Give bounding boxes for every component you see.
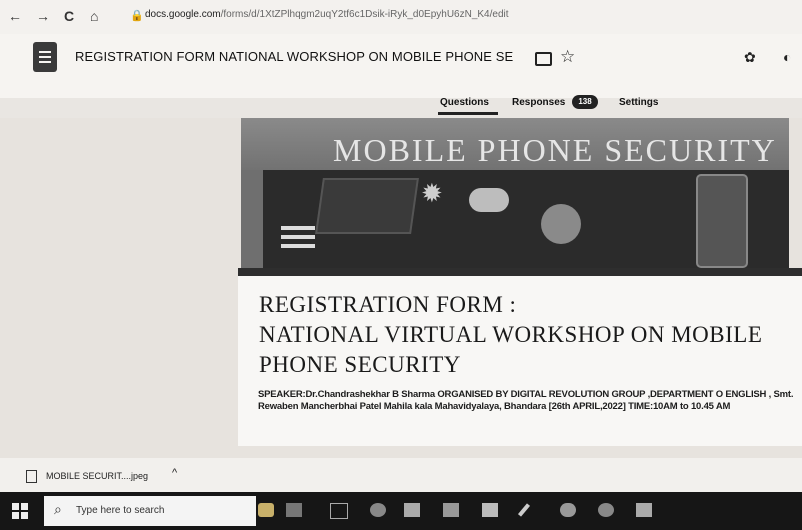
form-title[interactable]: REGISTRATION FORM : NATIONAL VIRTUAL WOR… — [259, 290, 799, 380]
taskbar-app-icon[interactable] — [636, 503, 652, 517]
form-description[interactable]: SPEAKER:Dr.Chandrashekhar B Sharma ORGAN… — [258, 389, 798, 413]
taskbar-app-icon[interactable] — [286, 503, 302, 517]
eye-preview-icon[interactable]: ◐ — [783, 49, 791, 65]
address-bar[interactable]: docs.google.com/forms/d/1XtZPlhqgm2uqY2t… — [145, 9, 509, 20]
search-icon: ⌕ — [54, 501, 62, 517]
tab-settings[interactable]: Settings — [619, 97, 658, 108]
active-tab-indicator — [438, 112, 498, 115]
windows-start-icon[interactable] — [12, 503, 28, 519]
tab-questions[interactable]: Questions — [440, 97, 489, 108]
download-item[interactable]: MOBILE SECURIT....jpeg — [46, 471, 148, 481]
phone-illustration — [696, 174, 748, 268]
url-path: /forms/d/1XtZPlhqgm2uqY2tf6c1Dsik-iRyk_d… — [220, 9, 509, 20]
chevron-up-icon[interactable]: ^ — [172, 467, 177, 479]
gear-icon: ✹ — [421, 178, 443, 208]
laptop-illustration — [315, 178, 419, 234]
forms-header — [0, 34, 802, 98]
chrome-icon[interactable] — [370, 503, 386, 517]
cloud-icon — [469, 188, 509, 212]
taskbar-app-icon[interactable] — [598, 503, 614, 517]
taskbar-app-icon[interactable] — [258, 503, 274, 517]
menu-bars-illustration — [281, 226, 315, 254]
home-icon[interactable]: ⌂ — [90, 8, 98, 24]
form-title-line: PHONE SECURITY — [259, 352, 461, 377]
responses-count-badge: 138 — [572, 95, 598, 109]
lock-icon: 🔒 — [130, 10, 144, 22]
folder-icon[interactable] — [535, 52, 552, 66]
cloud-app-icon[interactable] — [560, 503, 576, 517]
form-title-line: REGISTRATION FORM : — [259, 292, 517, 317]
star-icon[interactable]: ☆ — [560, 47, 575, 67]
shield-icon — [541, 204, 581, 244]
file-icon — [26, 470, 37, 483]
reload-icon[interactable]: C — [64, 8, 74, 24]
tab-responses[interactable]: Responses — [512, 97, 565, 108]
google-forms-icon[interactable] — [33, 42, 57, 72]
forward-icon[interactable]: → — [36, 8, 50, 24]
back-icon[interactable]: ← — [8, 8, 22, 24]
form-title-line: NATIONAL VIRTUAL WORKSHOP ON MOBILE — [259, 322, 763, 347]
file-explorer-icon[interactable] — [404, 503, 420, 517]
customize-theme-icon[interactable]: ✿ — [744, 49, 756, 66]
taskbar-search-input[interactable]: Type here to search — [76, 505, 164, 516]
mail-icon[interactable] — [482, 503, 498, 517]
url-host: docs.google.com — [145, 9, 221, 20]
task-view-icon[interactable] — [330, 503, 348, 519]
header-banner-image: MOBILE PHONE SECURITY ✹ — [241, 118, 789, 270]
document-title[interactable]: REGISTRATION FORM NATIONAL WORKSHOP ON M… — [75, 49, 513, 64]
media-player-icon[interactable] — [443, 503, 459, 517]
banner-text: MOBILE PHONE SECURITY — [333, 132, 777, 168]
